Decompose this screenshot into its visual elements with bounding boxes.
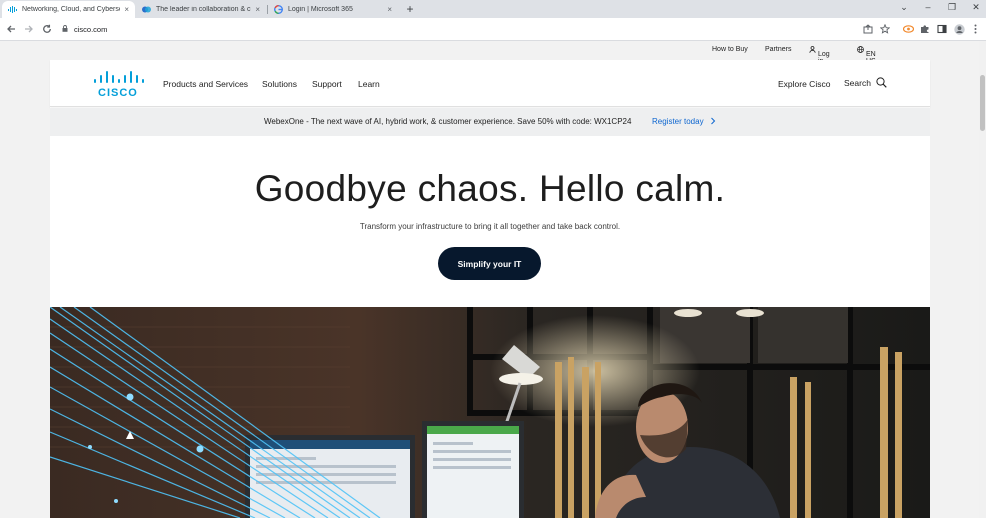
profile-avatar-icon[interactable] (953, 23, 965, 35)
promo-message: WebexOne - The next wave of AI, hybrid w… (264, 117, 632, 126)
reload-icon[interactable] (40, 22, 54, 36)
nav-learn[interactable]: Learn (358, 79, 380, 89)
promo-banner: WebexOne - The next wave of AI, hybrid w… (50, 108, 930, 136)
scrollbar-thumb[interactable] (980, 75, 985, 131)
tab-search-icon[interactable]: ⌄ (894, 2, 914, 13)
tab-title: Networking, Cloud, and Cyberse (22, 6, 121, 13)
google-favicon-icon (274, 5, 283, 14)
cisco-wordmark: CISCO (98, 87, 138, 99)
minimize-button[interactable]: – (918, 2, 938, 12)
hero-subtitle: Transform your infrastructure to bring i… (359, 222, 621, 231)
browser-tab-bar: Networking, Cloud, and Cyberse × The lea… (0, 0, 986, 18)
tab-close-icon[interactable]: × (387, 5, 392, 14)
restore-button[interactable]: ❐ (942, 2, 962, 13)
tab-title: The leader in collaboration & cu (156, 6, 252, 13)
tab-cisco[interactable]: Networking, Cloud, and Cyberse × (2, 1, 135, 18)
register-today-link[interactable]: Register today (652, 117, 716, 126)
tab-close-icon[interactable]: × (124, 5, 129, 14)
partners-link[interactable]: Partners (765, 46, 791, 53)
cisco-logo[interactable]: CISCO (94, 70, 146, 100)
hero-photo-illustration (50, 307, 930, 518)
search-label: Search (844, 78, 871, 88)
hero-image (50, 307, 930, 518)
address-bar[interactable]: cisco.com (58, 21, 898, 38)
explore-cisco-link[interactable]: Explore Cisco (778, 79, 830, 89)
page-viewport: How to Buy Partners Log in EN US (0, 41, 979, 518)
hero-title: Goodbye chaos. Hello calm. (254, 168, 726, 209)
globe-icon (857, 46, 864, 53)
forward-icon[interactable] (22, 22, 36, 36)
login-link[interactable]: Log in (809, 46, 830, 65)
back-icon[interactable] (4, 22, 18, 36)
how-to-buy-link[interactable]: How to Buy (712, 46, 748, 53)
search-icon (876, 77, 888, 88)
language-selector[interactable]: EN US (857, 46, 876, 65)
tab-close-icon[interactable]: × (255, 5, 260, 14)
main-nav: CISCO Products and Services Solutions Su… (50, 60, 930, 107)
bookmark-star-icon[interactable] (879, 23, 891, 35)
address-text: cisco.com (74, 25, 108, 34)
cisco-bridge-icon (94, 71, 144, 83)
nav-solutions[interactable]: Solutions (262, 79, 297, 89)
webex-favicon-icon (142, 5, 151, 14)
tab-webex[interactable]: The leader in collaboration & cu × (136, 1, 266, 18)
extensions-puzzle-icon[interactable] (919, 23, 931, 35)
close-window-button[interactable]: ✕ (966, 2, 986, 13)
utility-nav: How to Buy Partners Log in EN US (50, 41, 930, 65)
cisco-favicon-icon (8, 5, 17, 14)
page-scrollbar[interactable] (979, 41, 986, 518)
new-tab-button[interactable]: + (402, 1, 418, 17)
nav-support[interactable]: Support (312, 79, 342, 89)
simplify-your-it-button[interactable]: Simplify your IT (438, 247, 541, 280)
nav-products-and-services[interactable]: Products and Services (163, 79, 248, 89)
side-panel-icon[interactable] (936, 23, 948, 35)
person-icon (809, 46, 816, 53)
browser-menu-icon[interactable] (971, 23, 979, 35)
share-icon[interactable] (862, 23, 874, 35)
cisco-site: How to Buy Partners Log in EN US (50, 41, 930, 518)
browser-toolbar: cisco.com (0, 18, 986, 41)
tab-title: Login | Microsoft 365 (288, 6, 353, 13)
extension-eye-icon[interactable] (902, 23, 914, 35)
lock-icon (62, 25, 68, 34)
register-label: Register today (652, 117, 704, 126)
chevron-right-icon (710, 117, 716, 125)
search-link[interactable]: Search (844, 77, 888, 88)
tab-microsoft365[interactable]: Login | Microsoft 365 × (268, 1, 398, 18)
